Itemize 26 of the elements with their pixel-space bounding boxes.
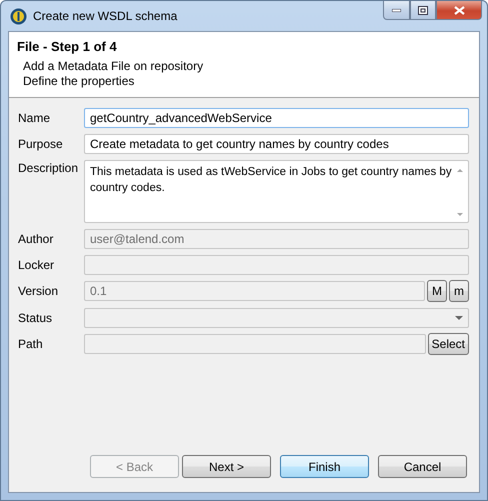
field-label: Locker [18, 257, 56, 272]
step-title: File - Step 1 of 4 [17, 39, 118, 54]
description-textarea[interactable]: This metadata is used as tWebService in Jobs to get country names by country codes. [84, 160, 469, 223]
field-label: Name [18, 110, 52, 125]
wizard-button[interactable]: Cancel [378, 455, 467, 478]
close-button[interactable] [436, 1, 482, 20]
text-field[interactable]: getCountry_advancedWebService [84, 108, 469, 128]
text-field[interactable]: Create metadata to get country names by country codes [84, 134, 469, 154]
maximize-icon [418, 6, 428, 14]
close-icon [454, 6, 464, 14]
field-label: Description [18, 160, 80, 175]
window-title: Create new WSDL schema [33, 9, 178, 23]
maximize-button[interactable] [410, 1, 436, 20]
wizard-button[interactable]: Finish [280, 455, 369, 478]
field-label: Version [18, 283, 60, 298]
dropdown-caret-icon [455, 316, 463, 321]
app-logo-icon [10, 8, 27, 24]
wizard-button[interactable]: Next > [182, 455, 271, 478]
minimize-button[interactable] [383, 1, 410, 20]
field-label: Author [18, 231, 54, 246]
field-label: Path [18, 336, 44, 351]
step-description: Define the properties [22, 74, 136, 89]
field-label: Status [18, 310, 54, 325]
field-label: Purpose [18, 136, 64, 151]
minimize-icon [392, 8, 401, 12]
step-description: Add a Metadata File on repository [22, 59, 204, 74]
